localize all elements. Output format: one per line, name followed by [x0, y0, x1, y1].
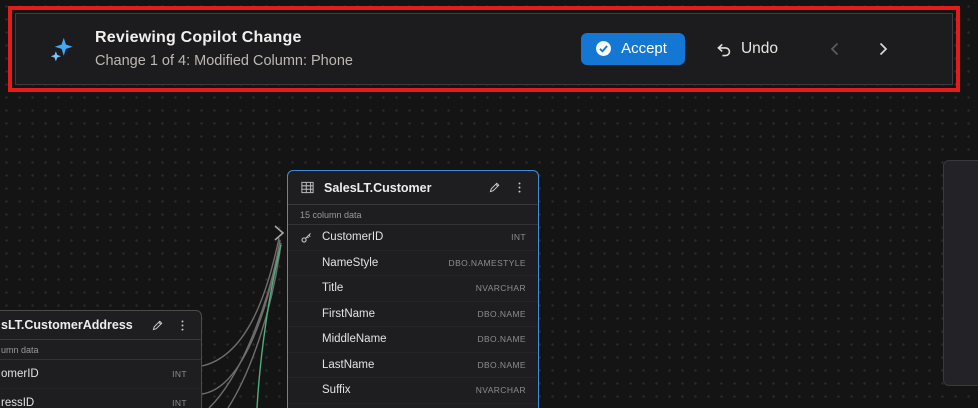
chevron-left-icon [828, 41, 842, 57]
column-name: Suffix [322, 384, 351, 396]
edit-table-button[interactable] [488, 181, 501, 194]
column-name: NameStyle [322, 257, 378, 269]
column-row[interactable]: FirstName DBO.NAME [288, 302, 538, 328]
table-title: SalesLT.Customer [324, 181, 431, 195]
column-type: DBO.NAME [477, 360, 526, 370]
table-card-customer-address[interactable]: sLT.CustomerAddress umn data omerIDINTre… [0, 310, 202, 408]
column-type: INT [511, 232, 526, 242]
table-more-options-button[interactable] [513, 181, 526, 194]
table-header[interactable]: sLT.CustomerAddress [0, 311, 201, 340]
table-card-customer[interactable]: SalesLT.Customer 15 column data Customer… [287, 170, 539, 408]
column-row[interactable]: LastName DBO.NAME [288, 353, 538, 379]
table-actions [151, 319, 189, 332]
accept-button[interactable]: Accept [581, 33, 685, 65]
ellipsis-vertical-icon [176, 319, 189, 332]
table-title: sLT.CustomerAddress [1, 318, 133, 332]
column-row[interactable]: CustomerID INT [288, 225, 538, 251]
column-type: DBO.NAME [477, 334, 526, 344]
column-type: INT [172, 369, 187, 379]
ellipsis-vertical-icon [513, 181, 526, 194]
column-name: MiddleName [322, 333, 387, 345]
banner-text: Reviewing Copilot Change Change 1 of 4: … [95, 29, 353, 69]
copilot-change-highlight-box: Reviewing Copilot Change Change 1 of 4: … [8, 6, 960, 92]
column-type: NVARCHAR [476, 283, 526, 293]
column-type: DBO.NAME [477, 309, 526, 319]
chevron-right-icon [876, 41, 890, 57]
banner-title: Reviewing Copilot Change [95, 29, 353, 47]
pencil-icon [488, 181, 501, 194]
column-row[interactable]: ressID INT [0, 389, 201, 408]
accept-button-label: Accept [621, 40, 667, 57]
check-circle-icon [595, 40, 612, 57]
column-type: DBO.NAMESTYLE [449, 258, 526, 268]
banner-info: Reviewing Copilot Change Change 1 of 4: … [48, 29, 353, 69]
column-name: LastName [322, 359, 374, 371]
table-actions [488, 181, 526, 194]
pencil-icon [151, 319, 164, 332]
banner-controls: Accept Undo [581, 33, 952, 65]
primary-key-icon [300, 231, 322, 244]
column-name: omerID [1, 368, 39, 380]
edit-table-button[interactable] [151, 319, 164, 332]
banner-subtitle: Change 1 of 4: Modified Column: Phone [95, 53, 353, 69]
table-card-clipped-right[interactable] [943, 160, 978, 386]
table-header[interactable]: SalesLT.Customer [288, 171, 538, 205]
column-name: FirstName [322, 308, 375, 320]
column-name: Title [322, 282, 343, 294]
column-row[interactable]: MiddleName DBO.NAME [288, 327, 538, 353]
undo-button[interactable]: Undo [715, 40, 778, 58]
column-row[interactable]: omerID INT [0, 360, 201, 389]
column-name: ressID [1, 397, 34, 408]
copilot-review-banner: Reviewing Copilot Change Change 1 of 4: … [15, 13, 953, 85]
column-row[interactable]: Title NVARCHAR [288, 276, 538, 302]
column-list: CustomerID INT NameStyle DBO.NAMESTYLE Title… [288, 225, 538, 404]
column-count-label: 15 column data [288, 205, 538, 225]
table-more-options-button[interactable] [176, 319, 189, 332]
table-grid-icon [300, 180, 315, 195]
diagram-canvas[interactable]: { "banner": { "title": "Reviewing Copilo… [0, 0, 978, 408]
column-type: NVARCHAR [476, 385, 526, 395]
next-change-button[interactable] [872, 37, 894, 61]
undo-icon [715, 41, 732, 58]
column-count-label: umn data [0, 340, 201, 360]
undo-button-label: Undo [741, 40, 778, 58]
column-list: omerID INT ressID INT [0, 360, 201, 408]
edge-arrowhead [275, 226, 283, 240]
previous-change-button[interactable] [824, 37, 846, 61]
copilot-sparkle-icon [48, 36, 75, 63]
column-row[interactable]: NameStyle DBO.NAMESTYLE [288, 251, 538, 277]
column-row[interactable]: Suffix NVARCHAR [288, 378, 538, 404]
column-type: INT [172, 398, 187, 408]
column-name: CustomerID [322, 231, 383, 243]
